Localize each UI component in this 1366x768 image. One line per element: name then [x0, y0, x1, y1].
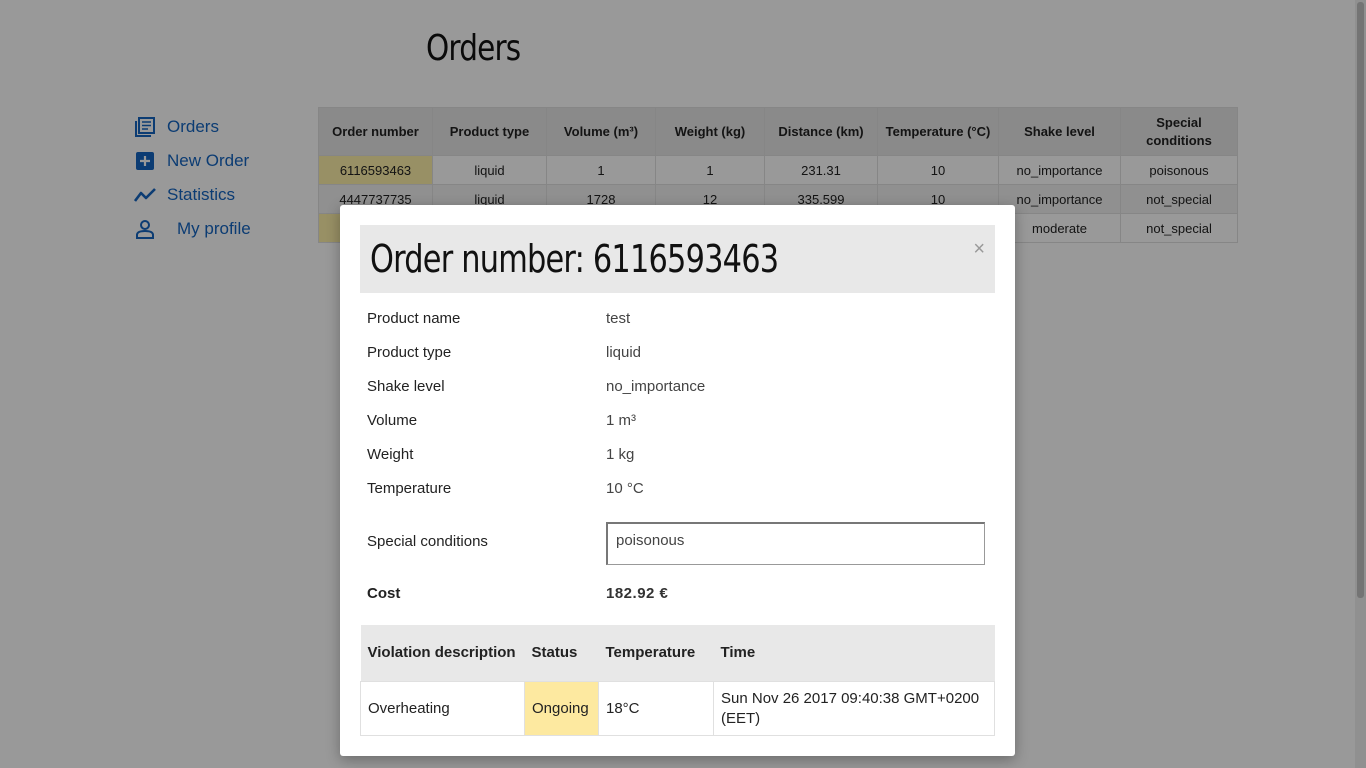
- detail-row-temperature: Temperature 10 °C: [367, 471, 987, 505]
- status-badge: Ongoing: [524, 681, 599, 736]
- detail-label: Volume: [367, 411, 418, 429]
- column-header: Time: [713, 625, 995, 682]
- detail-value: 10 °C: [606, 479, 644, 497]
- close-icon[interactable]: ×: [973, 239, 985, 259]
- detail-value: liquid: [606, 343, 642, 361]
- cost-label: Cost: [367, 584, 401, 602]
- detail-row-product-name: Product name test: [367, 301, 987, 335]
- violation-temperature-cell: 18°C: [598, 681, 714, 736]
- modal-header: Order number: 6116593463 ×: [360, 225, 995, 293]
- detail-row-product-type: Product type liquid: [367, 335, 987, 369]
- detail-row-cost: Cost 182.92 €: [367, 576, 987, 610]
- violation-description-cell: Overheating: [360, 681, 525, 736]
- detail-row-shake-level: Shake level no_importance: [367, 369, 987, 403]
- table-header-row: Violation description Status Temperature…: [360, 625, 995, 682]
- detail-value: 1 kg: [606, 445, 635, 463]
- column-header: Violation description: [360, 625, 525, 682]
- detail-value: test: [606, 309, 631, 327]
- table-row: Overheating Ongoing 18°C Sun Nov 26 2017…: [360, 681, 995, 736]
- detail-row-volume: Volume 1 m³: [367, 403, 987, 437]
- column-header: Temperature: [598, 625, 714, 682]
- special-conditions-textarea[interactable]: poisonous: [606, 522, 985, 565]
- order-details-modal: Order number: 6116593463 × Product name …: [340, 205, 1015, 756]
- violations-table: Violation description Status Temperature…: [360, 625, 995, 736]
- detail-label: Product type: [367, 343, 452, 361]
- detail-label: Temperature: [367, 479, 452, 497]
- column-header: Status: [524, 625, 599, 682]
- modal-title: Order number: 6116593463: [370, 237, 779, 281]
- detail-label: Shake level: [367, 377, 445, 395]
- detail-value: no_importance: [606, 377, 706, 395]
- violation-time-cell: Sun Nov 26 2017 09:40:38 GMT+0200 (EET): [713, 681, 995, 736]
- detail-value: 1 m³: [606, 411, 636, 429]
- cost-value: 182.92 €: [606, 584, 669, 602]
- detail-label: Weight: [367, 445, 414, 463]
- detail-label: Product name: [367, 309, 461, 327]
- detail-row-weight: Weight 1 kg: [367, 437, 987, 471]
- detail-label: Special conditions: [367, 532, 488, 550]
